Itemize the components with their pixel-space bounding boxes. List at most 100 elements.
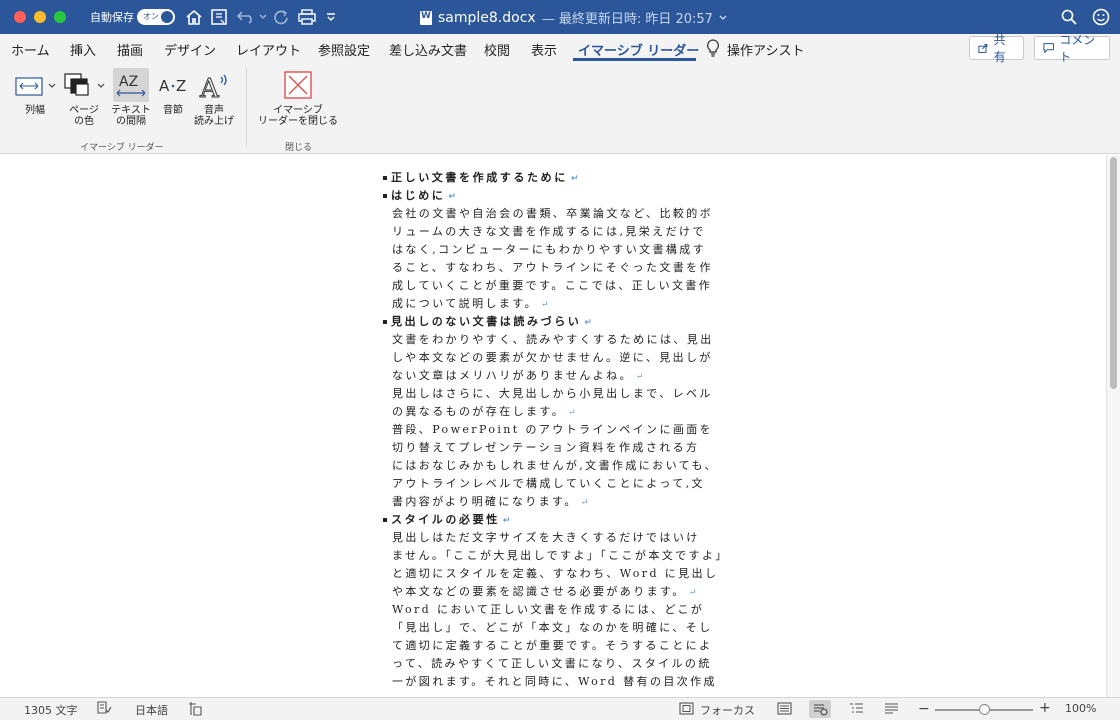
undo-dropdown-icon[interactable] (258, 6, 268, 28)
svg-text:A: A (199, 74, 220, 100)
tab-home[interactable]: ホーム (11, 40, 50, 59)
title-chevron-down-icon[interactable] (719, 15, 727, 21)
close-window-button[interactable] (14, 11, 26, 23)
document-line[interactable]: にはおなじみかもしれませんが,文書作成においても、 (383, 457, 728, 475)
paragraph-mark: ↵ (570, 174, 579, 184)
undo-icon[interactable] (236, 6, 256, 28)
save-icon[interactable] (208, 6, 230, 28)
print-icon[interactable] (297, 6, 317, 28)
document-line[interactable]: ない文章はメリハリがありませんよね。 ↵ (383, 367, 728, 385)
feedback-smiley-icon[interactable] (1091, 6, 1111, 28)
focus-icon[interactable] (679, 702, 694, 718)
document-line[interactable]: リュームの大きな文書を作成するには,見栄えだけで (383, 223, 728, 241)
document-line[interactable]: 成について説明します。 ↵ (383, 295, 728, 313)
tab-tell-me[interactable]: 操作アシスト (727, 40, 804, 59)
word-count[interactable]: 1305 文字 (24, 702, 78, 718)
track-changes-icon[interactable] (188, 701, 204, 719)
document-line[interactable]: て適切に定義することが重要です。そうすることによ (383, 637, 728, 655)
page-color-label: ページ の色 (69, 105, 99, 127)
proofing-icon[interactable] (96, 701, 112, 718)
focus-label[interactable]: フォーカス (700, 702, 755, 718)
document-line[interactable]: 見出しはさらに、大見出しから小見出しまで、レベル (383, 385, 728, 403)
tab-immersive-reader[interactable]: イマーシブ リーダー (578, 40, 699, 59)
tab-review[interactable]: 校閲 (484, 40, 510, 59)
syllables-icon: AZ (156, 68, 190, 102)
zoom-slider-knob[interactable] (978, 704, 990, 715)
document-heading[interactable]: スタイルの必要性 ↵ (383, 511, 728, 529)
page-color-button[interactable]: ページ の色 (60, 68, 108, 127)
page-color-label-line2: の色 (74, 116, 94, 127)
document-line[interactable]: 書内容がより明確になります。 ↵ (383, 493, 728, 511)
search-icon[interactable] (1060, 6, 1078, 28)
minimize-window-button[interactable] (34, 11, 46, 23)
line-text: リュームの大きな文書を作成するには,見栄えだけで (392, 225, 706, 238)
outline-view-icon[interactable] (849, 702, 864, 718)
close-immersive-reader-button[interactable]: イマーシブ リーダーを閉じる (256, 68, 340, 127)
autosave-toggle[interactable]: オン (137, 9, 175, 25)
document-content[interactable]: 正しい文書を作成するために ↵ はじめに ↵ 会社の文書や自治会の書類、卒業論文など、比… (383, 169, 728, 691)
line-text: 見出しはさらに、大見出しから小見出しまで、レベル (392, 387, 713, 400)
document-line[interactable]: ること、すなわち、アウトラインにそぐった文書を作 (383, 259, 728, 277)
document-heading[interactable]: 正しい文書を作成するために ↵ (383, 169, 728, 187)
document-line[interactable]: 会社の文書や自治会の書類、卒業論文など、比較的ボ (383, 205, 728, 223)
line-text: Word において正しい文書を作成するには、どこが (392, 603, 705, 616)
immersive-view-icon[interactable] (809, 700, 831, 718)
document-line[interactable]: アウトラインレベルで構成していくことによって,文 (383, 475, 728, 493)
document-line[interactable]: と適切にスタイルを定義、すなわち、Word に見出し (383, 565, 728, 583)
document-line[interactable]: の異なるものが存在します。 ↵ (383, 403, 728, 421)
column-width-label: 列幅 (25, 105, 45, 116)
group-separator (246, 68, 247, 146)
tab-draw[interactable]: 描画 (117, 40, 143, 59)
line-text: って、読みやすくて正しい文書になり、スタイルの統 (392, 657, 712, 670)
line-text: 一が図れます。それと同時に、Word 替有の目次作成 (392, 675, 717, 688)
read-aloud-button[interactable]: A 音声 読み上げ (194, 68, 234, 128)
document-heading[interactable]: 見出しのない文書は読みづらい ↵ (383, 313, 728, 331)
tab-references[interactable]: 参照設定 (318, 40, 370, 59)
document-line[interactable]: ません。「ここが大見出しですよ」「ここが本文ですよ」 (383, 547, 728, 565)
language[interactable]: 日本語 (135, 702, 168, 718)
document-line[interactable]: 切り替えてプレゼンテーション資料を作成される方 (383, 439, 728, 457)
title-bar: 自動保存 オン sample8.docx — 最終更新日時: 昨日 20:57 (0, 0, 1120, 34)
status-bar: 1305 文字 日本語 フォーカス − + 100% (0, 697, 1120, 720)
zoom-level[interactable]: 100% (1065, 702, 1096, 715)
draft-view-icon[interactable] (884, 702, 899, 718)
print-layout-icon[interactable] (777, 702, 792, 718)
document-line[interactable]: 一が図れます。それと同時に、Word 替有の目次作成 (383, 673, 728, 691)
paragraph-mark: ↵ (580, 498, 589, 508)
customize-toolbar-icon[interactable] (325, 6, 337, 28)
close-label-line1: イマーシブ (273, 105, 323, 116)
document-line[interactable]: 普段、PowerPoint のアウトラインペインに画面を (383, 421, 728, 439)
document-heading[interactable]: はじめに ↵ (383, 187, 728, 205)
document-line[interactable]: 文書をわかりやすく、読みやすくするためには、見出 (383, 331, 728, 349)
tab-view[interactable]: 表示 (531, 40, 557, 59)
document-line[interactable]: しや本文などの要素が欠かせません。逆に、見出しが (383, 349, 728, 367)
document-line[interactable]: って、読みやすくて正しい文書になり、スタイルの統 (383, 655, 728, 673)
home-icon[interactable] (184, 6, 204, 28)
document-line[interactable]: や本文などの要素を認識させる必要があります。 ↵ (383, 583, 728, 601)
tab-mailings[interactable]: 差し込み文書 (389, 40, 467, 59)
vertical-scrollbar[interactable] (1106, 155, 1120, 697)
zoom-window-button[interactable] (54, 11, 66, 23)
share-button[interactable]: 共有 (969, 33, 1024, 64)
tab-layout[interactable]: レイアウト (236, 40, 301, 59)
document-filename: sample8.docx (438, 9, 536, 26)
tab-design[interactable]: デザイン (164, 40, 216, 59)
syllables-button[interactable]: AZ 音節 (154, 68, 192, 116)
zoom-in-button[interactable]: + (1039, 700, 1051, 716)
lightbulb-icon (706, 39, 720, 61)
document-line[interactable]: はなく,コンピューターにもわかりやすい文書構成す (383, 241, 728, 259)
document-line[interactable]: 成していくことが重要です。ここでは、正しい文書作 (383, 277, 728, 295)
document-area[interactable]: 正しい文書を作成するために ↵ はじめに ↵ 会社の文書や自治会の書類、卒業論文など、比… (0, 155, 1106, 697)
text-spacing-button[interactable]: AZ テキスト の間隔 (110, 68, 152, 127)
document-line[interactable]: Word において正しい文書を作成するには、どこが (383, 601, 728, 619)
zoom-out-button[interactable]: − (918, 701, 930, 717)
comment-icon (1043, 43, 1054, 54)
close-label-line2: リーダーを閉じる (258, 116, 338, 127)
document-line[interactable]: 「見出し」で、どこが「本文」なのかを明確に、そし (383, 619, 728, 637)
tab-insert[interactable]: 挿入 (70, 40, 96, 59)
column-width-button[interactable]: 列幅 (10, 68, 60, 116)
scroll-thumb[interactable] (1110, 157, 1117, 389)
document-line[interactable]: 見出しはただ文字サイズを大きくするだけではいけ (383, 529, 728, 547)
comment-button[interactable]: コメント (1034, 33, 1110, 64)
redo-icon[interactable] (272, 6, 290, 28)
